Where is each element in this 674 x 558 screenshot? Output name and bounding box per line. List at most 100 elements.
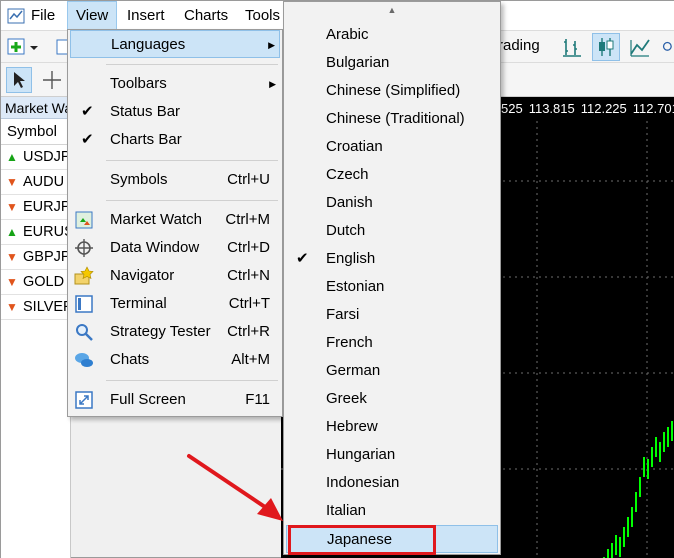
scroll-up-icon[interactable]: ▲ (284, 2, 500, 18)
candle (623, 527, 625, 547)
language-label: Hebrew (326, 418, 378, 435)
candlestick-icon[interactable] (592, 33, 620, 61)
view-menu-item-symbols[interactable]: Symbols Ctrl+U (70, 166, 280, 194)
arrow-down-icon: ▼ (6, 200, 18, 214)
bar-chart-icon[interactable] (559, 34, 585, 60)
language-item-dutch[interactable]: Dutch (286, 217, 498, 245)
language-item-farsi[interactable]: Farsi (286, 301, 498, 329)
price-label: 113.815 (528, 101, 575, 116)
symbol-name: GBPJP (23, 249, 71, 265)
candle (651, 447, 653, 467)
menu-item-shortcut: Ctrl+M (225, 211, 270, 228)
language-item-indonesian[interactable]: Indonesian (286, 469, 498, 497)
view-menu-item-charts-bar[interactable]: ✔ Charts Bar (70, 126, 280, 154)
language-item-greek[interactable]: Greek (286, 385, 498, 413)
candle (607, 549, 609, 558)
view-menu-item-full-screen[interactable]: Full Screen F11 (70, 386, 280, 414)
view-menu-item-toolbars[interactable]: Toolbars ▶ (70, 70, 280, 98)
new-chart-button[interactable] (5, 34, 41, 60)
line-chart-icon[interactable] (627, 34, 653, 60)
menu-item-label: Symbols (110, 171, 168, 188)
market-watch-row[interactable]: ▼ GOLD (1, 270, 71, 295)
language-item-german[interactable]: German (286, 357, 498, 385)
market-watch-row[interactable]: ▼ EURJP (1, 195, 71, 220)
language-item-arabic[interactable]: Arabic (286, 21, 498, 49)
language-label: Farsi (326, 306, 360, 323)
menu-separator (106, 64, 278, 65)
menu-item-label: Toolbars (110, 75, 167, 92)
symbol-column-header[interactable]: Symbol (1, 119, 71, 145)
language-label: Hungarian (326, 446, 396, 463)
language-label: Italian (326, 502, 367, 519)
checkmark-icon: ✔ (296, 250, 309, 267)
language-label: Chinese (Simplified) (326, 82, 461, 99)
language-label: Dutch (326, 222, 366, 239)
menu-charts[interactable]: Charts (176, 1, 236, 31)
market-watch-row[interactable]: ▲ USDJP (1, 145, 71, 170)
view-menu-item-terminal[interactable]: Terminal Ctrl+T (70, 290, 280, 318)
checkmark-icon: ✔ (81, 103, 94, 120)
crosshair-tool-icon[interactable] (39, 67, 65, 93)
submenu-arrow-icon: ▶ (269, 79, 276, 89)
menu-item-label: Strategy Tester (110, 323, 211, 340)
language-item-estonian[interactable]: Estonian (286, 273, 498, 301)
view-menu-item-data-window[interactable]: Data Window Ctrl+D (70, 234, 280, 262)
menu-item-label: Market Watch (110, 211, 202, 228)
languages-submenu: ▲ Arabic Bulgarian Chinese (Simplified) Chi… (283, 1, 501, 555)
menu-tools[interactable]: Tools (237, 1, 288, 31)
view-menu-dropdown: Languages ▶ Toolbars ▶ ✔ Status Bar ✔ Charts Ba… (67, 29, 283, 417)
cursor-icon[interactable] (6, 67, 32, 93)
candle (663, 432, 665, 452)
menu-item-label: Charts Bar (110, 131, 182, 148)
view-menu-item-chats[interactable]: Chats Alt+M (70, 346, 280, 374)
menu-view[interactable]: View (67, 1, 118, 31)
arrow-down-icon: ▼ (6, 300, 18, 314)
language-item-czech[interactable]: Czech (286, 161, 498, 189)
price-label: 112.701 (632, 101, 674, 116)
menu-separator (106, 380, 278, 381)
language-item-danish[interactable]: Danish (286, 189, 498, 217)
market-watch-row[interactable]: ▼ GBPJP (1, 245, 71, 270)
menu-separator (106, 200, 278, 201)
language-label: Greek (326, 390, 367, 407)
language-item-hungarian[interactable]: Hungarian (286, 441, 498, 469)
candle (643, 457, 645, 477)
view-menu-item-status-bar[interactable]: ✔ Status Bar (70, 98, 280, 126)
strategy-tester-icon (73, 321, 95, 343)
menu-item-shortcut: Ctrl+T (228, 295, 270, 312)
arrow-up-icon: ▲ (6, 225, 18, 239)
navigator-star-icon (73, 265, 95, 287)
symbol-name: AUDU (23, 174, 65, 190)
menu-item-shortcut: Ctrl+D (227, 239, 270, 256)
language-item-chinese-simplified[interactable]: Chinese (Simplified) (286, 77, 498, 105)
view-menu-item-navigator[interactable]: Navigator Ctrl+N (70, 262, 280, 290)
price-label: 112.225 (580, 101, 627, 116)
candle (619, 537, 621, 557)
language-item-chinese-traditional[interactable]: Chinese (Traditional) (286, 105, 498, 133)
menu-item-label: Languages (111, 36, 186, 53)
candle (655, 437, 657, 457)
language-item-bulgarian[interactable]: Bulgarian (286, 49, 498, 77)
market-watch-row[interactable]: ▲ EURUS (1, 220, 71, 245)
view-menu-item-strategy-tester[interactable]: Strategy Tester Ctrl+R (70, 318, 280, 346)
language-item-english[interactable]: ✔ English (286, 245, 498, 273)
chats-icon (73, 349, 95, 371)
market-watch-row[interactable]: ▼ SILVEF (1, 295, 71, 320)
language-item-croatian[interactable]: Croatian (286, 133, 498, 161)
view-menu-item-languages[interactable]: Languages ▶ (70, 30, 280, 58)
candle (667, 427, 669, 447)
menu-item-label: Data Window (110, 239, 200, 256)
language-item-french[interactable]: French (286, 329, 498, 357)
view-menu-item-market-watch[interactable]: Market Watch Ctrl+M (70, 206, 280, 234)
market-watch-icon (73, 209, 95, 231)
algo-trading-label[interactable]: rading (498, 31, 540, 63)
menu-insert[interactable]: Insert (119, 1, 173, 31)
language-item-italian[interactable]: Italian (286, 497, 498, 525)
market-watch-row[interactable]: ▼ AUDU (1, 170, 71, 195)
symbol-name: USDJP (23, 149, 71, 165)
zoom-in-icon[interactable] (661, 34, 674, 60)
terminal-icon (73, 293, 95, 315)
menu-file[interactable]: File (23, 1, 63, 31)
menu-item-label: Chats (110, 351, 150, 368)
language-item-hebrew[interactable]: Hebrew (286, 413, 498, 441)
